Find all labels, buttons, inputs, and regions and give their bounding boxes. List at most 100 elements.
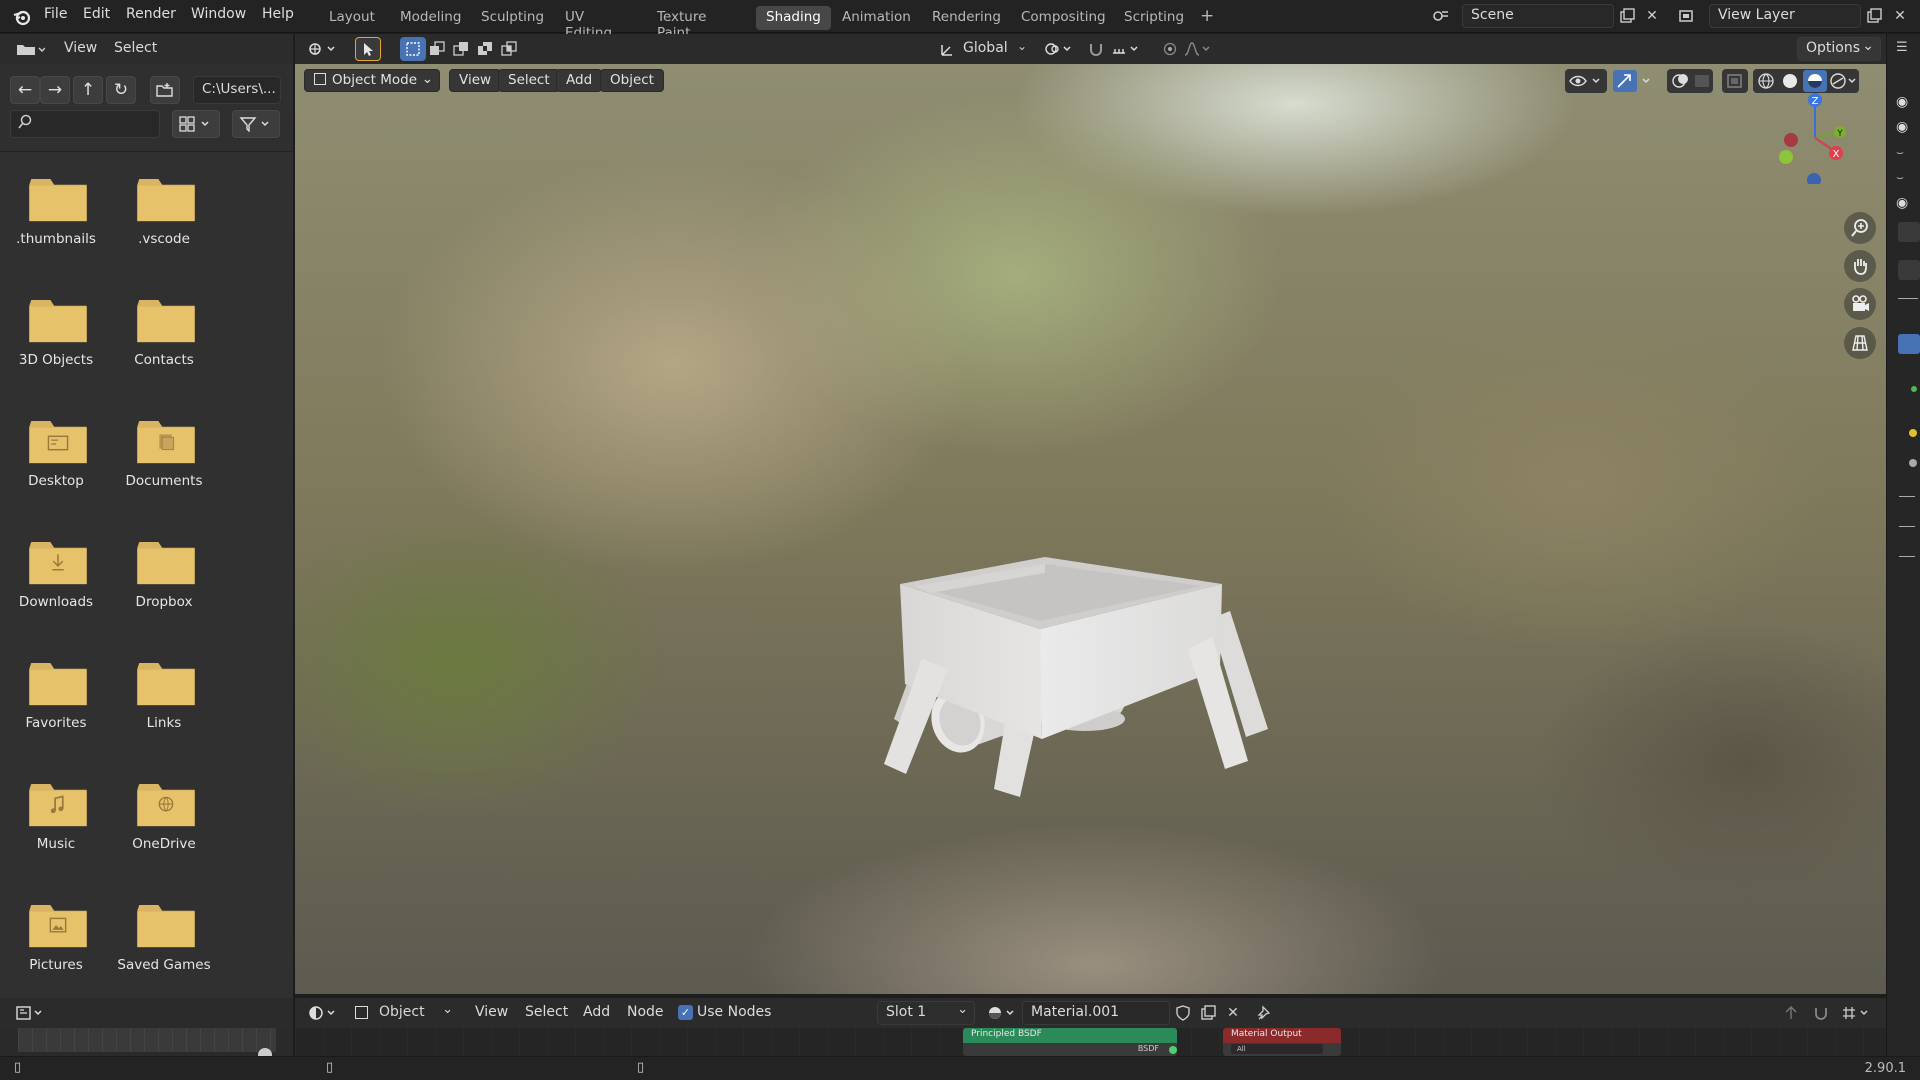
menu-file[interactable]: File: [44, 6, 67, 22]
file-browser-folder-item[interactable]: OneDrive: [110, 760, 218, 881]
tab-rendering[interactable]: Rendering: [922, 6, 1011, 30]
pin-icon[interactable]: [1252, 1001, 1278, 1025]
editor-type-file-browser-icon[interactable]: [10, 37, 50, 61]
scene-selector-icon[interactable]: [1428, 4, 1454, 28]
tab-texture-paint[interactable]: Texture Paint: [647, 6, 716, 41]
select-box-new-icon[interactable]: [400, 37, 426, 61]
filter-icon[interactable]: [232, 110, 280, 138]
pivot-point-icon[interactable]: [1040, 37, 1078, 61]
tab-layout[interactable]: Layout: [319, 6, 385, 30]
gizmo-toggle-icon[interactable]: [1612, 69, 1658, 93]
orthographic-grid-icon[interactable]: [1844, 327, 1876, 359]
new-view-layer-icon[interactable]: [1861, 4, 1887, 28]
node-node-menu[interactable]: Node: [627, 1004, 664, 1020]
transform-orientation-icon[interactable]: [935, 37, 961, 61]
particle-properties-icon[interactable]: [1899, 526, 1915, 532]
outliner-icon[interactable]: ☰: [1896, 40, 1908, 55]
scene-name-field[interactable]: Scene: [1462, 4, 1614, 28]
scene-properties-icon[interactable]: [1911, 386, 1917, 392]
editor-type-shader-editor-icon[interactable]: [304, 1001, 342, 1025]
menu-render[interactable]: Render: [126, 6, 176, 22]
parent-node-tree-icon[interactable]: [1778, 1001, 1804, 1025]
select-box-subtract-icon[interactable]: [448, 37, 474, 61]
tab-uv-editing[interactable]: UV Editing: [555, 6, 622, 41]
tab-shading[interactable]: Shading: [756, 6, 831, 30]
file-browser-view-menu[interactable]: View: [64, 40, 97, 56]
principled-bsdf-node[interactable]: Principled BSDF BSDF: [963, 1028, 1177, 1056]
display-mode-thumbnails-icon[interactable]: [172, 110, 220, 138]
camera-view-icon[interactable]: [1844, 288, 1876, 320]
file-browser-folder-item[interactable]: Contacts: [110, 276, 218, 397]
tab-animation[interactable]: Animation: [832, 6, 921, 30]
file-browser-folder-item[interactable]: Downloads: [2, 518, 110, 639]
bsdf-output-socket[interactable]: [1169, 1046, 1177, 1054]
modifier-properties-icon[interactable]: [1899, 496, 1915, 502]
delete-scene-icon[interactable]: ✕: [1639, 4, 1665, 28]
back-arrow-icon[interactable]: ←: [10, 76, 40, 104]
file-browser-folder-item[interactable]: Documents: [110, 397, 218, 518]
delete-view-layer-icon[interactable]: ✕: [1887, 4, 1913, 28]
zoom-icon[interactable]: [1844, 212, 1876, 244]
file-browser-folder-item[interactable]: Dropbox: [110, 518, 218, 639]
rendered-shading-icon[interactable]: [1830, 73, 1846, 89]
tab-sculpting[interactable]: Sculpting: [471, 6, 554, 30]
output-properties-icon[interactable]: [1898, 298, 1918, 304]
material-slot-dropdown[interactable]: Slot 1 ⌄: [877, 1001, 975, 1025]
3d-viewport[interactable]: Z Y X: [295, 64, 1886, 994]
node-view-menu[interactable]: View: [475, 1004, 508, 1020]
browse-material-icon[interactable]: [984, 1001, 1020, 1025]
menu-edit[interactable]: Edit: [83, 6, 110, 22]
file-browser-folder-item[interactable]: Music: [2, 760, 110, 881]
material-name-field[interactable]: Material.001: [1022, 1001, 1170, 1025]
material-output-node[interactable]: Material Output All: [1223, 1028, 1341, 1056]
file-browser-folder-item[interactable]: 3D Objects: [2, 276, 110, 397]
material-output-target-dropdown[interactable]: All: [1231, 1044, 1323, 1054]
eye-icon[interactable]: ◉: [1896, 94, 1908, 110]
file-browser-folder-item[interactable]: Desktop: [2, 397, 110, 518]
viewport-select-menu[interactable]: Select: [498, 69, 560, 92]
view-layer-properties-icon[interactable]: [1898, 334, 1920, 354]
tab-compositing[interactable]: Compositing: [1011, 6, 1116, 30]
refresh-icon[interactable]: ↻: [106, 76, 136, 104]
navigation-gizmo[interactable]: Z Y X: [1770, 84, 1860, 184]
new-material-icon[interactable]: [1195, 1001, 1221, 1025]
new-scene-icon[interactable]: [1614, 4, 1640, 28]
blender-logo-icon[interactable]: [12, 7, 32, 27]
eye-icon[interactable]: ◉: [1896, 195, 1908, 211]
file-browser-folder-item[interactable]: .thumbnails: [2, 155, 110, 276]
view-layer-name-field[interactable]: View Layer: [1709, 4, 1861, 28]
use-nodes-checkbox[interactable]: ✓: [678, 1005, 693, 1020]
select-tool-icon[interactable]: [355, 37, 381, 61]
directory-path-field[interactable]: C:\Users\...: [193, 76, 281, 104]
render-properties-icon[interactable]: [1898, 260, 1920, 280]
node-snap-icon[interactable]: [1808, 1001, 1834, 1025]
editor-type-3d-viewport-icon[interactable]: [304, 37, 342, 61]
new-directory-icon[interactable]: [150, 76, 180, 104]
shader-node-canvas[interactable]: Principled BSDF BSDF Material Output All: [295, 1028, 1886, 1056]
pan-hand-icon[interactable]: [1844, 250, 1876, 282]
parent-directory-icon[interactable]: ↑: [73, 76, 103, 104]
physics-properties-icon[interactable]: [1899, 556, 1915, 562]
select-box-extend-icon[interactable]: [424, 37, 450, 61]
object-properties-icon[interactable]: [1909, 459, 1917, 467]
file-browser-folder-item[interactable]: .vscode: [110, 155, 218, 276]
viewport-view-menu[interactable]: View: [449, 69, 502, 92]
xray-toggle-icon[interactable]: [1722, 69, 1748, 93]
eye-icon[interactable]: ◉: [1896, 119, 1908, 135]
object-mode-dropdown[interactable]: Object Mode ⌄: [304, 69, 440, 92]
tool-properties-icon[interactable]: [1898, 222, 1920, 242]
gizmo-neg-y-axis[interactable]: [1779, 150, 1793, 164]
unlink-material-icon[interactable]: ✕: [1220, 1001, 1246, 1025]
view-layer-selector-icon[interactable]: [1674, 4, 1700, 28]
options-dropdown[interactable]: Options ⌄: [1797, 37, 1881, 61]
timeline-track[interactable]: [18, 1028, 276, 1052]
file-browser-folder-item[interactable]: Pictures: [2, 881, 110, 995]
add-workspace-icon[interactable]: +: [1194, 6, 1220, 30]
wireframe-shading-icon[interactable]: [1758, 73, 1774, 89]
eye-closed-icon[interactable]: ⌣: [1896, 170, 1904, 185]
viewport-add-menu[interactable]: Add: [556, 69, 603, 92]
file-browser-select-menu[interactable]: Select: [114, 40, 157, 56]
file-browser-folder-item[interactable]: Saved Games: [110, 881, 218, 995]
viewport-3d-model[interactable]: [870, 469, 1290, 809]
solid-shading-icon[interactable]: [1783, 74, 1797, 88]
